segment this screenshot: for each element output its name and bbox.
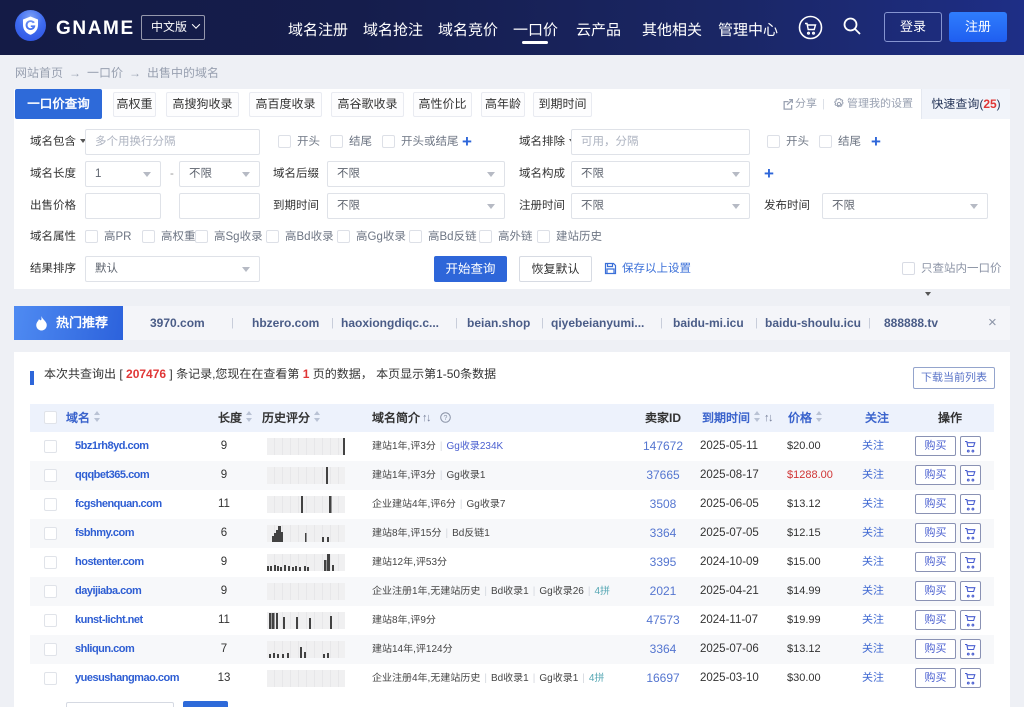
svg-text:?: ? xyxy=(444,415,448,422)
